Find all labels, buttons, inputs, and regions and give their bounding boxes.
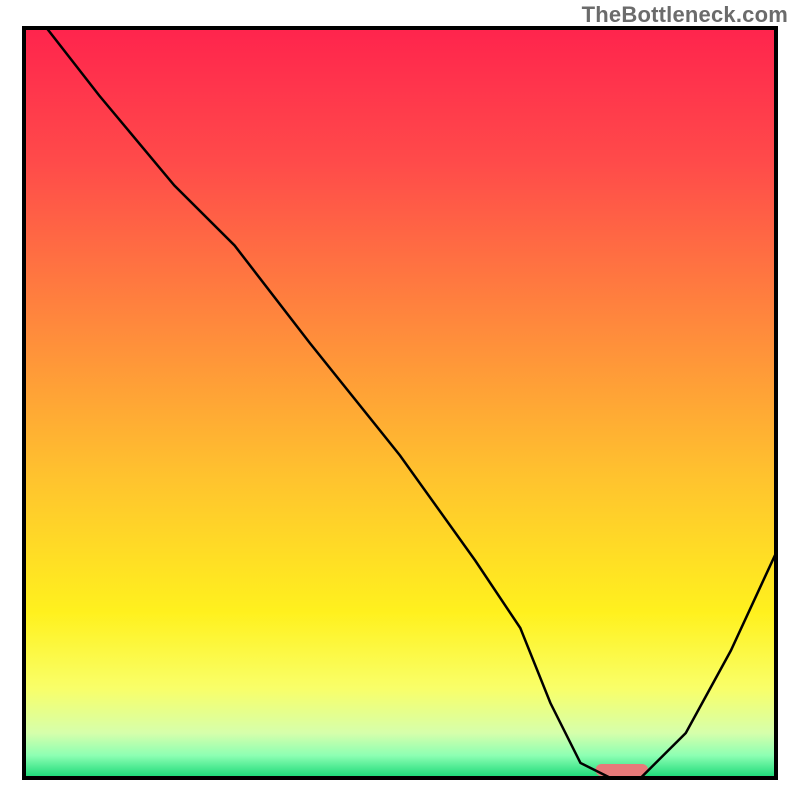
bottleneck-chart — [0, 0, 800, 800]
chart-container: { "watermark": "TheBottleneck.com", "cha… — [0, 0, 800, 800]
watermark-text: TheBottleneck.com — [582, 2, 788, 28]
plot-area — [24, 28, 776, 778]
